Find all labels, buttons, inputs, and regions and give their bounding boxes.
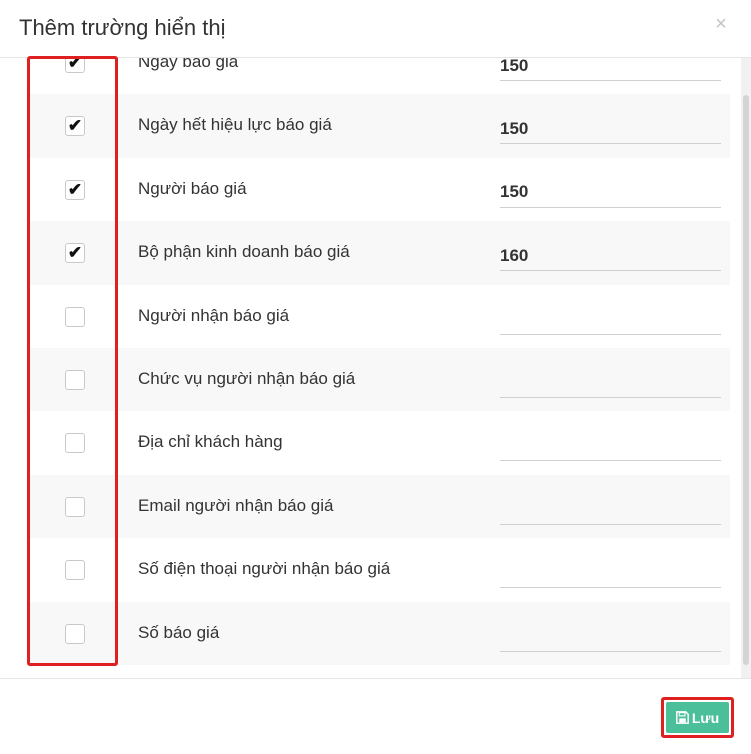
modal-body: ✔Ngày báo giá✔Ngày hết hiệu lực báo giá✔… xyxy=(0,58,751,678)
field-row: ✔ Bộ phận kinh doanh báo giá xyxy=(30,221,730,285)
field-width-input[interactable] xyxy=(500,552,721,589)
field-label: Ngày báo giá xyxy=(138,58,239,71)
field-checkbox[interactable]: ✔ xyxy=(65,179,85,200)
scrollbar-thumb[interactable] xyxy=(743,95,749,665)
field-checkbox[interactable] xyxy=(65,433,85,454)
field-width-input[interactable] xyxy=(500,108,721,145)
field-checkbox[interactable] xyxy=(65,306,85,327)
field-row: ✔ Ngày hết hiệu lực báo giá xyxy=(30,94,730,158)
field-label: Chức vụ người nhận báo giá xyxy=(138,368,356,388)
field-checkbox[interactable] xyxy=(65,496,85,517)
field-label: Số báo giá xyxy=(138,622,220,642)
field-label: Email người nhận báo giá xyxy=(138,495,334,515)
modal-footer xyxy=(0,678,751,754)
add-display-field-modal: Thêm trường hiển thị × ✔ Ngày báo giá ✔ Ngà… xyxy=(0,0,751,754)
field-width-input[interactable] xyxy=(500,361,721,398)
field-label: Số điện thoại người nhận báo giá xyxy=(138,559,391,579)
checkmark-icon: ✔ xyxy=(67,58,83,72)
field-width-input[interactable] xyxy=(500,425,721,462)
modal-title: Thêm trường hiển thị xyxy=(19,15,226,40)
save-button-label: Lưu xyxy=(691,709,720,726)
checkmark-icon: ✔ xyxy=(67,243,83,263)
field-width-input[interactable] xyxy=(500,615,721,652)
field-row: Chức vụ người nhận báo giá xyxy=(30,347,730,412)
field-checkbox[interactable]: ✔ xyxy=(65,116,85,137)
field-rows: ✔Ngày báo giá✔Ngày hết hiệu lực báo giá✔… xyxy=(30,58,730,665)
field-label: Ngày hết hiệu lực báo giá xyxy=(138,115,332,135)
field-label: Địa chỉ khách hàng xyxy=(138,432,283,452)
checkmark-icon: ✔ xyxy=(67,179,83,199)
field-list[interactable]: ✔Ngày báo giá✔Ngày hết hiệu lực báo giá✔… xyxy=(30,58,730,678)
field-label: Người nhận báo giá xyxy=(138,305,290,325)
field-row: Người nhận báo giá xyxy=(30,285,730,348)
close-icon[interactable]: × xyxy=(711,12,731,36)
field-row: Số báo giá xyxy=(30,601,730,665)
field-width-input[interactable] xyxy=(500,171,721,208)
field-row: ✔ Ngày báo giá xyxy=(30,58,730,94)
field-label: Người báo giá xyxy=(138,178,247,198)
field-width-input[interactable] xyxy=(500,298,721,335)
modal-header: Thêm trường hiển thị × xyxy=(0,0,751,58)
field-checkbox[interactable] xyxy=(65,369,85,390)
field-checkbox[interactable] xyxy=(65,560,85,581)
save-button[interactable]: Lưu xyxy=(666,702,729,733)
field-checkbox[interactable] xyxy=(65,623,85,644)
field-label: Bộ phận kinh doanh báo giá xyxy=(138,242,350,262)
field-width-input[interactable] xyxy=(500,235,721,272)
checkmark-icon: ✔ xyxy=(67,116,83,136)
field-checkbox[interactable]: ✔ xyxy=(65,58,85,73)
field-row: Địa chỉ khách hàng xyxy=(30,411,730,474)
field-checkbox[interactable]: ✔ xyxy=(65,243,85,264)
field-width-input[interactable] xyxy=(500,58,721,81)
floppy-disk-icon xyxy=(675,711,689,724)
field-row: ✔ Người báo giá xyxy=(30,158,730,221)
field-width-input[interactable] xyxy=(500,488,721,525)
field-row: Email người nhận báo giá xyxy=(30,474,730,539)
field-row: Số điện thoại người nhận báo giá xyxy=(30,538,730,601)
